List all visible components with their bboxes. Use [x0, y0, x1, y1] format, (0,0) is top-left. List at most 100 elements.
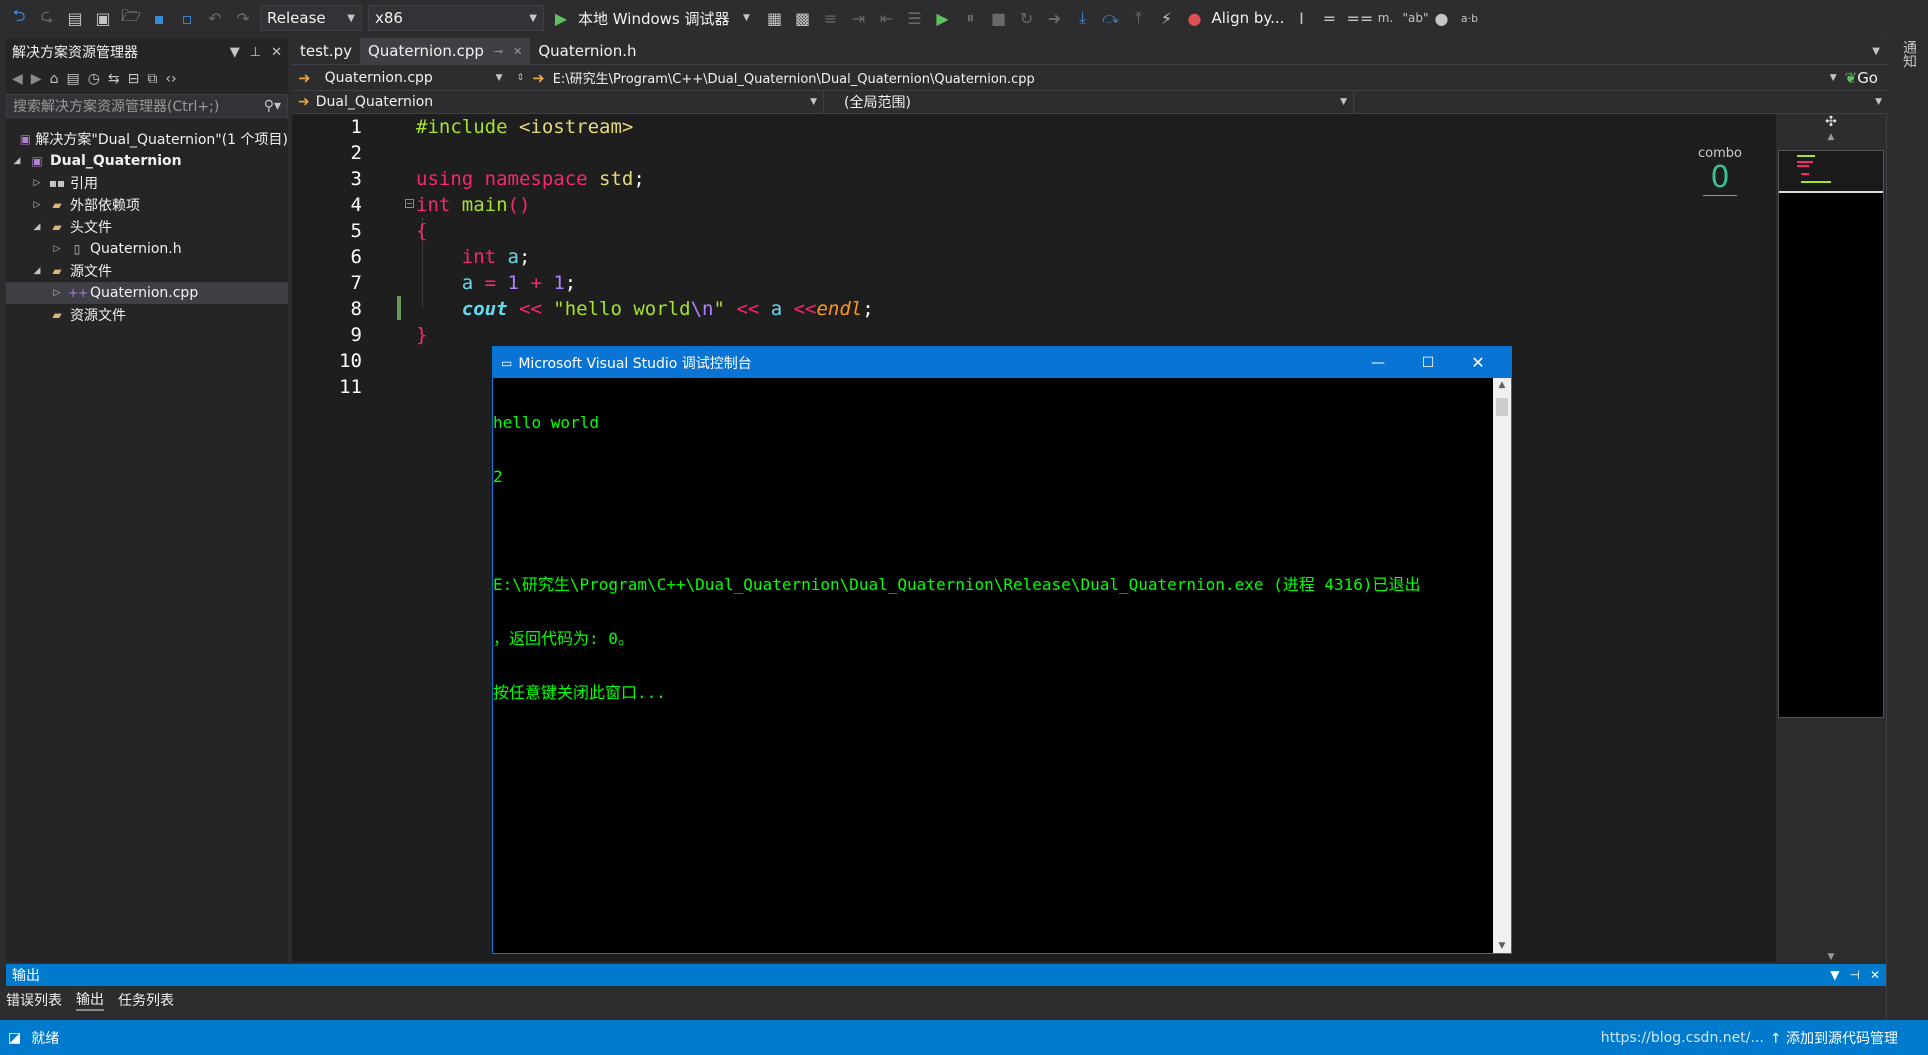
- tree-item-quaternion-cpp[interactable]: ▷ ++ Quaternion.cpp: [6, 282, 288, 304]
- switch-views-icon[interactable]: ▤: [66, 71, 79, 87]
- pending-changes-icon[interactable]: ◷: [88, 71, 100, 87]
- tab-task-list[interactable]: 任务列表: [118, 990, 174, 1010]
- go-button[interactable]: ❦Go: [1845, 69, 1888, 87]
- console-title-bar[interactable]: ▭ Microsoft Visual Studio 调试控制台 — ☐ ✕: [493, 347, 1511, 378]
- collapsed-arrow-icon[interactable]: ▷: [30, 178, 44, 188]
- tab-quaternion-h[interactable]: Quaternion.h: [530, 38, 644, 64]
- back-icon[interactable]: ◀: [12, 71, 23, 87]
- fold-toggle-icon[interactable]: −: [405, 199, 414, 208]
- split-icon[interactable]: ⇕: [517, 73, 525, 83]
- double-equals-icon[interactable]: ==: [1346, 9, 1373, 28]
- home-icon[interactable]: ⌂: [50, 71, 59, 87]
- start-debug-icon[interactable]: ▶: [550, 9, 572, 28]
- new-project-icon[interactable]: ▤: [64, 9, 86, 28]
- tab-overflow-icon[interactable]: ▼: [1872, 46, 1880, 57]
- console-scrollbar[interactable]: ▲ ▼: [1493, 378, 1511, 953]
- close-icon[interactable]: ✕: [1870, 968, 1880, 982]
- show-next-statement-icon[interactable]: ➜: [1044, 9, 1066, 28]
- tree-item-source-files[interactable]: ◢ ▰ 源文件: [6, 260, 288, 282]
- comment-icon[interactable]: ☰: [904, 9, 926, 28]
- back-icon[interactable]: ⮌: [8, 5, 30, 32]
- platform-select[interactable]: x86 ▼: [368, 5, 544, 31]
- save-icon[interactable]: ▪: [148, 9, 170, 28]
- pin-icon[interactable]: ⊣: [1849, 968, 1859, 982]
- solution-search-input[interactable]: 搜索解决方案资源管理器(Ctrl+;) ⚲▾: [6, 94, 288, 118]
- minimap-view[interactable]: [1778, 150, 1884, 718]
- step-out-icon[interactable]: ⤒: [1128, 8, 1150, 28]
- collapsed-arrow-icon[interactable]: ▷: [50, 288, 64, 298]
- close-icon[interactable]: ✕: [271, 45, 282, 60]
- add-item-icon[interactable]: ▣: [92, 9, 114, 28]
- outdent-icon[interactable]: ⇤: [876, 9, 898, 28]
- close-icon[interactable]: ✕: [1453, 347, 1503, 378]
- dropdown-icon[interactable]: ▼: [736, 13, 758, 23]
- equals-icon[interactable]: =: [1318, 9, 1340, 28]
- minimap-scrollbar[interactable]: ✣ ▲ ▼: [1776, 114, 1886, 962]
- step-over-icon[interactable]: ⤼: [1100, 8, 1122, 28]
- scroll-down-icon[interactable]: ▼: [1776, 952, 1886, 962]
- indent-icon[interactable]: ⇥: [848, 9, 870, 28]
- continue-icon[interactable]: ▶: [932, 9, 954, 28]
- tab-output[interactable]: 输出: [76, 989, 104, 1011]
- forward-icon[interactable]: ▶: [31, 71, 42, 87]
- expanded-arrow-icon[interactable]: ◢: [30, 266, 44, 276]
- chevron-down-icon[interactable]: ▼: [1830, 968, 1839, 982]
- close-tab-icon[interactable]: ✕: [513, 45, 522, 58]
- step-into-icon[interactable]: ⤓: [1072, 8, 1094, 28]
- tab-test-py[interactable]: test.py: [292, 38, 360, 64]
- tree-item-references[interactable]: ▷ ▪▪ 引用: [6, 172, 288, 194]
- notifications-tab[interactable]: 通知: [1899, 40, 1919, 68]
- undo-icon[interactable]: ↶: [204, 9, 226, 28]
- snapshot-icon[interactable]: ▩: [792, 9, 814, 28]
- save-all-icon[interactable]: ▫: [176, 9, 198, 28]
- console-output[interactable]: hello world 2 E:\研究生\Program\C++\Dual_Qu…: [493, 378, 1492, 953]
- forward-icon[interactable]: ⮎: [36, 5, 58, 32]
- scroll-down-icon[interactable]: ▼: [1493, 941, 1511, 951]
- split-handle-icon[interactable]: ✣: [1776, 114, 1886, 132]
- stop-icon[interactable]: ■: [988, 9, 1010, 28]
- tree-item-external-deps[interactable]: ▷ ▰ 外部依赖项: [6, 194, 288, 216]
- expanded-arrow-icon[interactable]: ◢: [10, 156, 24, 166]
- minimap-viewport[interactable]: [1779, 151, 1883, 193]
- diagnostics-icon[interactable]: ▦: [764, 9, 786, 28]
- dropdown-icon[interactable]: ▼: [1830, 73, 1837, 83]
- file-select[interactable]: Quaternion.cpp ▼: [319, 67, 509, 89]
- format-icon[interactable]: ≡: [820, 9, 842, 28]
- debugger-target-button[interactable]: 本地 Windows 调试器: [578, 8, 730, 29]
- open-folder-icon[interactable]: 🗁: [120, 5, 142, 32]
- add-to-source-control-button[interactable]: ↑ 添加到源代码管理: [1770, 1028, 1898, 1048]
- circle-icon[interactable]: ●: [1430, 9, 1452, 28]
- tab-error-list[interactable]: 错误列表: [6, 990, 62, 1010]
- debug-console-window[interactable]: ▭ Microsoft Visual Studio 调试控制台 — ☐ ✕ he…: [492, 346, 1512, 954]
- scope-select[interactable]: (全局范围) ▼: [824, 91, 1354, 113]
- restart-icon[interactable]: ↻: [1016, 9, 1038, 28]
- text-cursor-icon[interactable]: I: [1290, 9, 1312, 28]
- expanded-arrow-icon[interactable]: ◢: [30, 222, 44, 232]
- pin-tab-icon[interactable]: ⊸: [494, 45, 503, 58]
- project-select[interactable]: ➜ Dual_Quaternion ▼: [292, 91, 824, 113]
- tree-item-quaternion-h[interactable]: ▷ ▯ Quaternion.h: [6, 238, 288, 260]
- m-dash-icon[interactable]: m.: [1374, 11, 1396, 25]
- tree-item-solution[interactable]: ▣ 解决方案"Dual_Quaternion"(1 个项目): [6, 128, 288, 150]
- show-all-files-icon[interactable]: ⧉: [147, 71, 157, 87]
- minimize-icon[interactable]: —: [1353, 347, 1403, 378]
- a-b-icon[interactable]: a·b: [1458, 12, 1480, 25]
- chevron-down-icon[interactable]: ▼: [230, 45, 240, 60]
- scroll-up-icon[interactable]: ▲: [1493, 380, 1511, 390]
- maximize-icon[interactable]: ☐: [1403, 347, 1453, 378]
- pin-icon[interactable]: ⊥: [250, 45, 261, 60]
- pause-icon[interactable]: ⏸: [960, 8, 982, 28]
- align-by-button[interactable]: Align by...: [1212, 9, 1285, 27]
- collapsed-arrow-icon[interactable]: ▷: [30, 200, 44, 210]
- hot-reload-icon[interactable]: ⚡: [1156, 9, 1178, 28]
- scroll-up-icon[interactable]: ▲: [1776, 132, 1886, 150]
- configuration-select[interactable]: Release ▼: [260, 5, 362, 31]
- tree-item-resource-files[interactable]: ▰ 资源文件: [6, 304, 288, 326]
- output-panel-header[interactable]: 输出 ▼ ⊣ ✕: [6, 964, 1886, 986]
- tree-item-header-files[interactable]: ◢ ▰ 头文件: [6, 216, 288, 238]
- tree-item-project[interactable]: ◢ ▣ Dual_Quaternion: [6, 150, 288, 172]
- redo-icon[interactable]: ↷: [232, 9, 254, 28]
- code-view-icon[interactable]: ‹›: [165, 71, 176, 87]
- member-select[interactable]: ▼: [1354, 91, 1888, 113]
- sync-icon[interactable]: ⇆: [108, 71, 120, 87]
